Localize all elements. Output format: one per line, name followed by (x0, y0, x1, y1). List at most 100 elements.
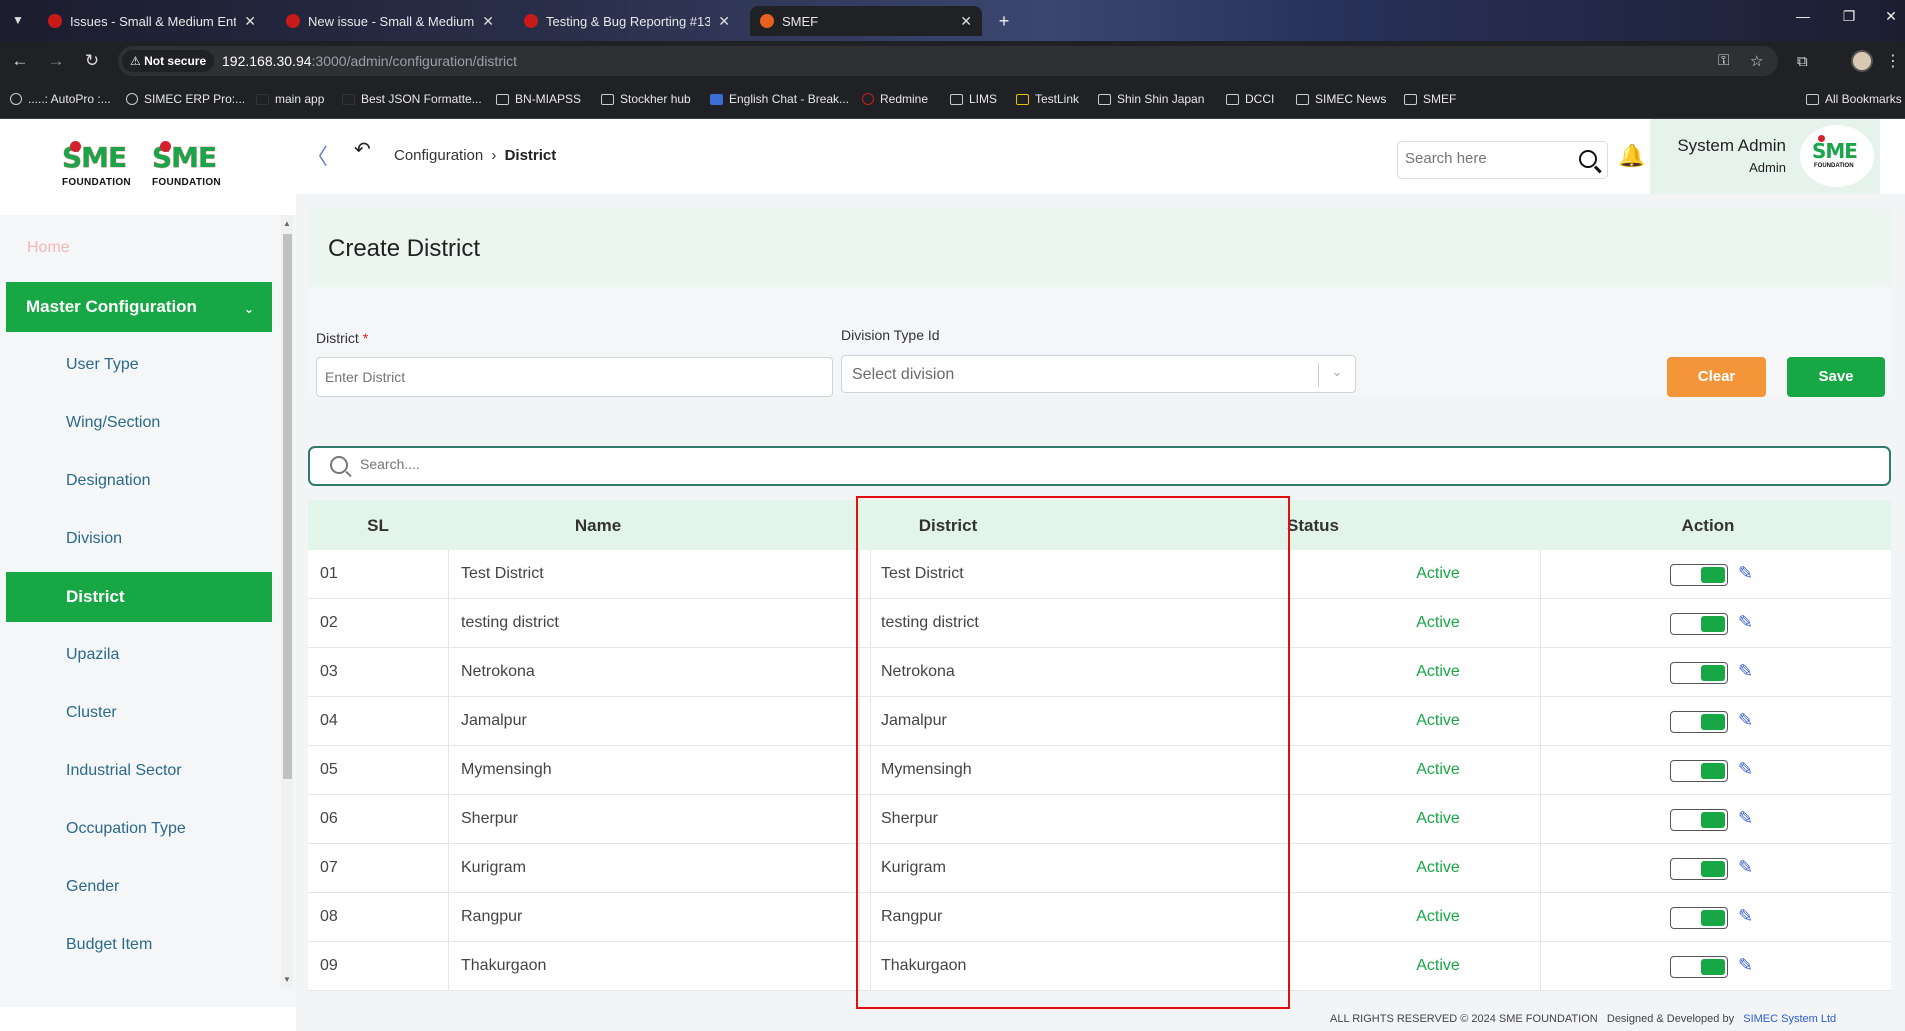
table-search-input[interactable] (360, 456, 860, 472)
save-button[interactable]: Save (1787, 357, 1885, 397)
status-toggle[interactable] (1670, 760, 1728, 782)
breadcrumb-parent[interactable]: Configuration (394, 147, 483, 164)
division-select[interactable]: Select division ⌄ (841, 355, 1356, 393)
notification-bell-icon[interactable]: 🔔 (1618, 143, 1645, 169)
required-asterisk: * (362, 330, 369, 346)
not-secure-badge[interactable]: ⚠ Not secure (122, 50, 215, 72)
close-window-icon[interactable]: ✕ (1876, 8, 1905, 25)
edit-icon[interactable]: ✎ (1738, 759, 1760, 781)
edit-icon[interactable]: ✎ (1738, 955, 1760, 977)
clear-button[interactable]: Clear (1667, 357, 1766, 397)
sidebar-item-budget-item[interactable]: Budget Item (66, 936, 152, 954)
table-search[interactable] (308, 446, 1891, 486)
edit-icon[interactable]: ✎ (1738, 661, 1760, 683)
tab-title: SMEF (782, 13, 819, 29)
edit-icon[interactable]: ✎ (1738, 857, 1760, 879)
sidebar-item-wing-section[interactable]: Wing/Section (66, 414, 160, 432)
edit-icon[interactable]: ✎ (1738, 612, 1760, 634)
collapse-sidebar-icon[interactable]: 〈 (306, 139, 328, 171)
scroll-up-arrow-icon[interactable]: ▲ (283, 219, 291, 228)
search-icon[interactable] (1579, 150, 1597, 168)
tab-title: Testing & Bug Reporting #1306 (546, 13, 711, 29)
bookmark-simec-erp[interactable]: SIMEC ERP Pro:... (126, 92, 245, 106)
browser-tab-1[interactable]: Issues - Small & Medium Enterp ✕ (38, 6, 266, 36)
sidebar-item-upazila[interactable]: Upazila (66, 646, 119, 664)
edit-icon[interactable]: ✎ (1738, 563, 1760, 585)
new-tab-plus-icon[interactable]: + (993, 10, 1015, 32)
bookmark-redmine[interactable]: Redmine (862, 92, 928, 106)
extensions-puzzle-icon[interactable]: ⧉ (1797, 53, 1808, 70)
bookmark-simec-news[interactable]: SIMEC News (1296, 92, 1386, 106)
sidebar-item-user-type[interactable]: User Type (66, 356, 139, 374)
sidebar-item-cluster[interactable]: Cluster (66, 704, 117, 722)
sidebar-item-division[interactable]: Division (66, 530, 122, 548)
status-toggle[interactable] (1670, 907, 1728, 929)
browser-tab-2[interactable]: New issue - Small & Medium Er ✕ (276, 6, 504, 36)
sidebar-item-industrial-sector[interactable]: Industrial Sector (66, 762, 182, 780)
status-toggle[interactable] (1670, 711, 1728, 733)
sidebar-scrollbar-thumb[interactable] (283, 234, 292, 779)
bookmark-autopro[interactable]: .....: AutoPro :... (10, 92, 111, 106)
status-toggle[interactable] (1670, 858, 1728, 880)
sidebar-item-designation[interactable]: Designation (66, 472, 151, 490)
sidebar-item-occupation-type[interactable]: Occupation Type (66, 820, 186, 838)
edit-icon[interactable]: ✎ (1738, 906, 1760, 928)
all-bookmarks[interactable]: All Bookmarks (1806, 92, 1902, 106)
restore-window-icon[interactable]: ❐ (1834, 8, 1864, 25)
close-tab-icon[interactable]: ✕ (244, 13, 256, 30)
status-toggle[interactable] (1670, 564, 1728, 586)
bookmark-bn-miapss[interactable]: BN-MIAPSS (496, 92, 581, 106)
bookmark-dcci[interactable]: DCCI (1226, 92, 1274, 106)
bookmark-label: LIMS (969, 92, 998, 106)
bookmark-json-formatter[interactable]: Best JSON Formatte... (342, 92, 482, 106)
sidebar-item-home[interactable]: Home (27, 239, 70, 257)
footer-developer-link[interactable]: SIMEC System Ltd (1743, 1013, 1836, 1025)
scroll-down-arrow-icon[interactable]: ▼ (283, 975, 291, 984)
browser-tab-3[interactable]: Testing & Bug Reporting #1306 ✕ (514, 6, 740, 36)
header-search-input[interactable] (1405, 150, 1565, 167)
minimize-window-icon[interactable]: — (1788, 8, 1818, 24)
district-input[interactable] (317, 358, 832, 396)
avatar[interactable]: SME FOUNDATION (1800, 125, 1874, 187)
status-toggle[interactable] (1670, 613, 1728, 635)
omnibox[interactable]: ⚠ Not secure 192.168.30.94:3000/admin/co… (118, 46, 1778, 76)
bookmark-shin-shin-japan[interactable]: Shin Shin Japan (1098, 92, 1204, 106)
status-toggle[interactable] (1670, 662, 1728, 684)
reload-icon[interactable]: ↻ (82, 51, 102, 71)
cell-sl: 04 (320, 712, 338, 729)
sidebar-item-gender[interactable]: Gender (66, 878, 119, 896)
chevron-down-icon[interactable]: ⌄ (1329, 364, 1345, 380)
header-search[interactable] (1397, 141, 1608, 179)
bookmark-smef[interactable]: SMEF (1404, 92, 1456, 106)
tab-search-chevron-icon[interactable]: ▼ (8, 10, 28, 30)
profile-avatar[interactable] (1851, 50, 1873, 72)
password-key-icon[interactable]: ⚿ (1718, 52, 1729, 69)
bookmark-star-icon[interactable]: ☆ (1750, 52, 1763, 70)
district-field[interactable] (316, 357, 833, 397)
cell-status: Active (1416, 614, 1460, 631)
close-tab-icon[interactable]: ✕ (960, 13, 972, 30)
sidebar-item-district-active[interactable]: District (6, 572, 272, 622)
bookmark-label: DCCI (1245, 92, 1275, 106)
undo-back-icon[interactable]: ↶ (354, 137, 371, 162)
sidebar-group-master-configuration[interactable]: Master Configuration ⌄ (6, 282, 272, 332)
edit-icon[interactable]: ✎ (1738, 808, 1760, 830)
bookmark-main-app[interactable]: main app (256, 92, 324, 106)
bookmark-english-chat[interactable]: English Chat - Break... (710, 92, 849, 106)
bookmark-lims[interactable]: LIMS (950, 92, 997, 106)
status-toggle[interactable] (1670, 809, 1728, 831)
status-toggle[interactable] (1670, 956, 1728, 978)
close-tab-icon[interactable]: ✕ (482, 13, 494, 30)
bookmark-stockher-hub[interactable]: Stockher hub (601, 92, 691, 106)
browser-menu-icon[interactable]: ⋮ (1885, 51, 1901, 71)
edit-icon[interactable]: ✎ (1738, 710, 1760, 732)
user-profile-box[interactable]: System Admin Admin SME FOUNDATION (1650, 119, 1880, 194)
sme-foundation-logo[interactable]: SME FOUNDATION (62, 141, 142, 191)
url-text[interactable]: 192.168.30.94:3000/admin/configuration/d… (222, 53, 517, 69)
close-tab-icon[interactable]: ✕ (718, 13, 730, 30)
browser-tab-4-active[interactable]: SMEF ✕ (750, 6, 982, 36)
bookmark-testlink[interactable]: TestLink (1016, 92, 1079, 106)
back-arrow-icon[interactable]: ← (10, 51, 30, 71)
warning-triangle-icon: ⚠ (130, 54, 145, 68)
forward-arrow-icon[interactable]: → (46, 51, 66, 71)
